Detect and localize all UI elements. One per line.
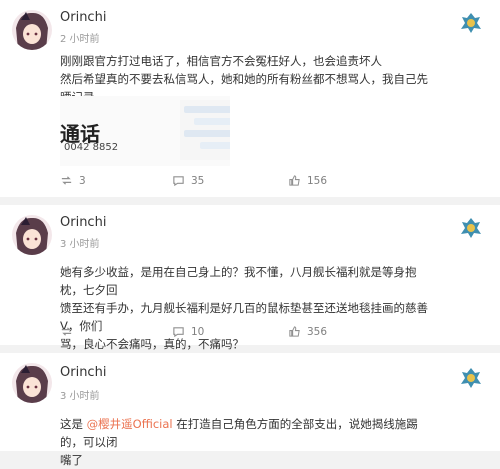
image-thumbnail[interactable]: 通话 0042 8852 (60, 96, 230, 166)
post-text-line: 刚刚跟官方打过电话了，相信官方不会冤枉好人，也会追责坏人 (60, 54, 382, 68)
dragon-emblem-icon (460, 217, 482, 239)
action-bar: 3 35 156 (60, 172, 480, 192)
repost-count: 3 (79, 174, 86, 187)
comment-button[interactable]: 35 (172, 174, 204, 187)
avatar[interactable] (12, 363, 52, 403)
repost-button[interactable] (60, 325, 79, 338)
chat-screenshot-mock (180, 100, 230, 160)
like-icon (289, 175, 300, 186)
post-card: Orinchi 3 小时前 她有多少收益，是用在自己身上的？我不懂，八月舰长福利… (0, 205, 500, 351)
comment-count: 10 (191, 325, 205, 338)
post-card: Orinchi 3 小时前 这是 @樱井遥Official 在打造自己角色方面的… (0, 353, 500, 467)
avatar[interactable] (12, 10, 52, 50)
timestamp: 3 小时前 (60, 239, 100, 250)
post-card: Orinchi 2 小时前 刚刚跟官方打过电话了，相信官方不会冤枉好人，也会追责… (0, 0, 500, 197)
repost-icon (61, 176, 72, 185)
repost-button[interactable]: 3 (60, 174, 86, 187)
comment-button[interactable]: 10 (172, 325, 204, 338)
image-number: 0042 8852 (64, 142, 119, 153)
like-icon (289, 326, 300, 337)
timestamp: 3 小时前 (60, 391, 100, 402)
like-count: 156 (307, 174, 328, 187)
post-text: 这是 @樱井遥Official 在打造自己角色方面的全部支出，说她揭线施踢的，可… (60, 415, 432, 469)
comment-icon (173, 176, 184, 187)
post-text-prefix: 这是 (60, 417, 87, 431)
repost-icon (61, 327, 72, 336)
username[interactable]: Orinchi (60, 215, 106, 230)
post-text-line: 她有多少收益，是用在自己身上的？我不懂，八月舰长福利就是等身抱枕，七夕回 (60, 265, 417, 297)
avatar[interactable] (12, 215, 52, 255)
dragon-emblem-icon (460, 12, 482, 34)
username[interactable]: Orinchi (60, 10, 106, 25)
like-button[interactable]: 156 (288, 174, 327, 187)
dragon-emblem-icon (460, 367, 482, 389)
post-text-line: 嘴了 (60, 453, 83, 467)
comment-icon (173, 327, 184, 338)
timestamp: 2 小时前 (60, 34, 100, 45)
like-button[interactable]: 356 (288, 325, 327, 338)
action-bar: 10 356 (60, 323, 480, 343)
user-mention-link[interactable]: @樱井遥Official (87, 417, 173, 431)
comment-count: 35 (191, 174, 205, 187)
username[interactable]: Orinchi (60, 365, 106, 380)
post-text-line: 这是 @樱井遥Official 在打造自己角色方面的全部支出，说她揭线施踢的，可… (60, 415, 432, 451)
like-count: 356 (307, 325, 328, 338)
